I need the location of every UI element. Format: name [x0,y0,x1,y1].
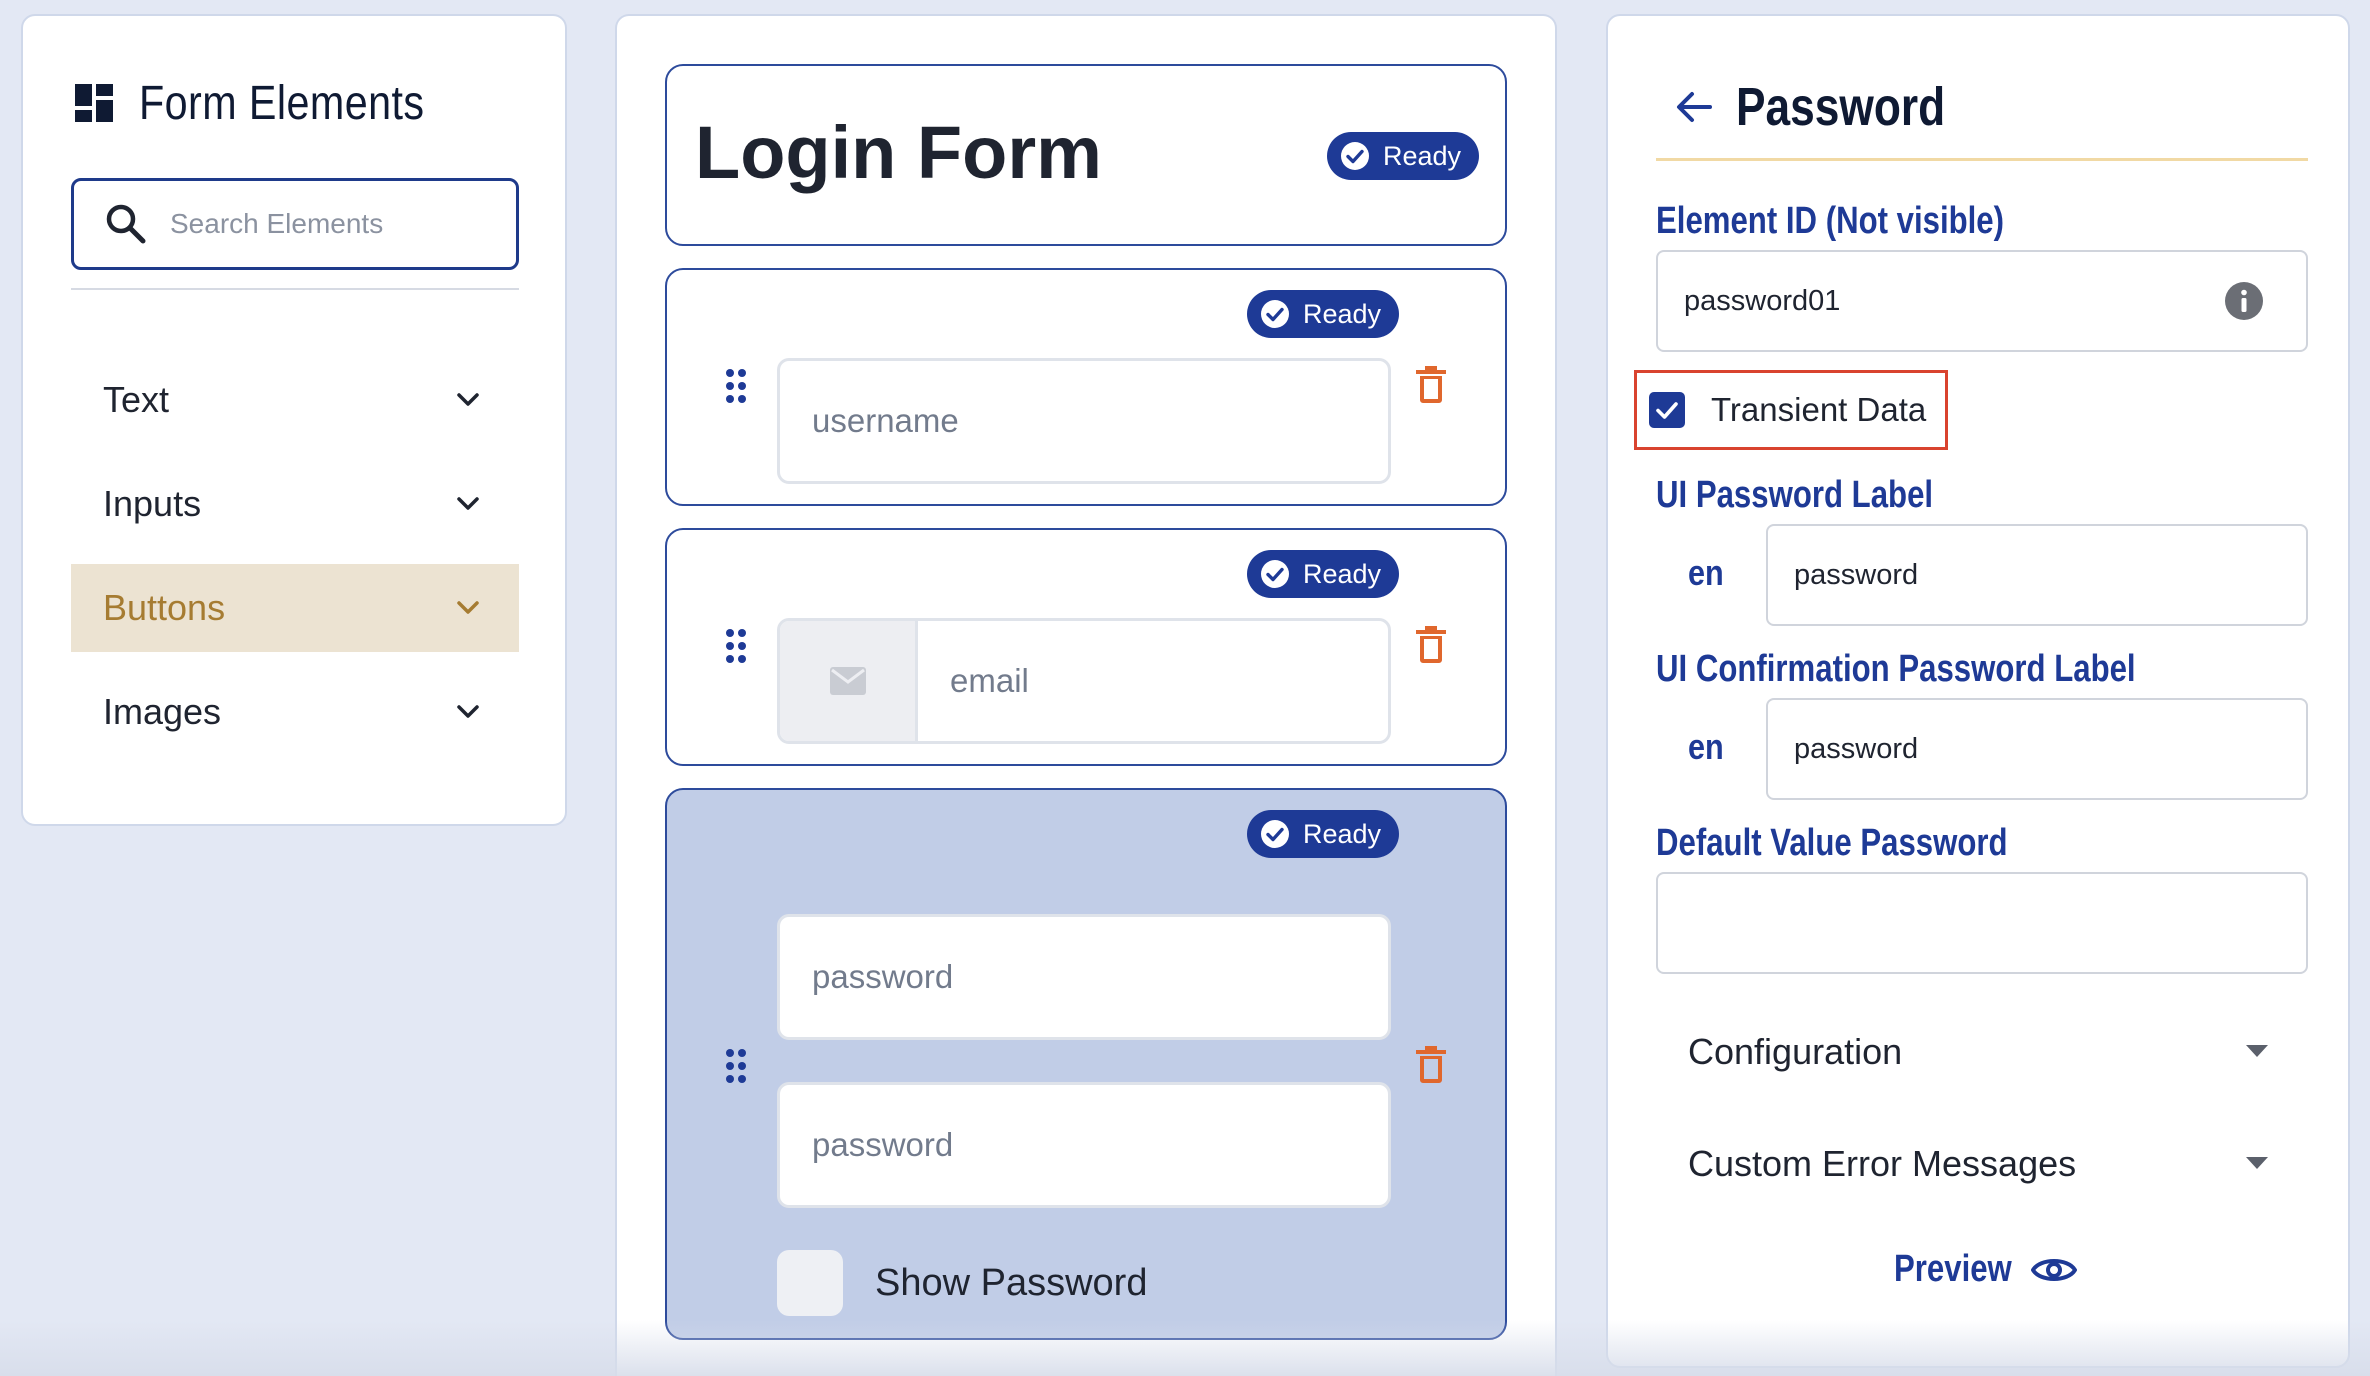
ui-password-label-value: password [1794,558,1919,591]
confirm-password-field[interactable]: password [777,1082,1391,1208]
drag-handle-icon[interactable] [725,368,747,404]
password-field[interactable]: password [777,914,1391,1040]
category-buttons[interactable]: Buttons [71,564,519,652]
status-badge-label: Ready [1303,298,1382,329]
default-value-field[interactable] [1656,872,2308,974]
trash-icon[interactable] [1415,366,1447,404]
password-element-card[interactable]: Ready password password Show Password [665,788,1507,1340]
info-icon[interactable] [2224,281,2264,321]
category-label: Buttons [103,587,226,628]
show-password-option[interactable]: Show Password [777,1250,1147,1316]
default-value-heading: Default Value Password [1656,822,2008,864]
preview-label: Preview [1894,1248,2012,1290]
form-canvas: Login Form Ready Ready username Ready em… [615,14,1557,1376]
transient-data-highlight[interactable]: Transient Data [1634,370,1948,450]
ui-confirmation-label-value: password [1794,732,1919,765]
chevron-down-icon [457,705,479,718]
show-password-checkbox[interactable] [777,1250,843,1316]
form-elements-title: Form Elements [139,77,425,130]
category-text[interactable]: Text [71,356,519,444]
properties-title: Password [1736,77,1946,137]
ui-password-label-heading: UI Password Label [1656,474,1934,516]
trash-icon[interactable] [1415,626,1447,664]
form-elements-panel: Form Elements Text Inputs Buttons Images [21,14,567,826]
properties-panel: Password Element ID (Not visible) passwo… [1606,14,2350,1368]
transient-data-label: Transient Data [1711,391,1927,428]
search-input[interactable] [170,208,490,240]
password-placeholder: password [812,958,954,995]
language-code: en [1688,552,1724,593]
search-divider [71,288,519,290]
check-circle-icon [1261,820,1289,848]
chevron-down-icon [457,601,479,614]
back-arrow-icon[interactable] [1674,87,1714,127]
drag-handle-icon[interactable] [725,1048,747,1084]
status-badge: Ready [1247,810,1400,858]
properties-header: Password [1674,76,1991,138]
form-element-card[interactable]: Ready email [665,528,1507,766]
ui-password-label-field[interactable]: password [1766,524,2308,626]
configuration-label: Configuration [1688,1031,1903,1072]
transient-data-checkbox[interactable] [1649,392,1685,428]
element-id-value: password01 [1684,284,1841,317]
checkmark-icon [1656,402,1678,419]
status-badge-label: Ready [1303,558,1382,589]
check-circle-icon [1261,300,1289,328]
form-title: Login Form [695,111,1102,194]
preview-button[interactable]: Preview [1894,1248,2078,1291]
check-circle-icon [1341,142,1369,170]
eye-icon [2031,1258,2077,1281]
form-element-card[interactable]: Ready username [665,268,1507,506]
drag-handle-icon[interactable] [725,628,747,664]
status-badge-label: Ready [1383,140,1462,171]
status-badge: Ready [1327,132,1480,180]
caret-down-icon [2246,1045,2268,1057]
trash-icon[interactable] [1415,1046,1447,1084]
configuration-section[interactable]: Configuration [1688,1022,2268,1082]
status-badge: Ready [1247,550,1400,598]
username-placeholder: username [812,402,959,439]
language-code: en [1688,726,1724,767]
grid-icon [75,83,113,122]
category-label: Text [103,379,170,420]
element-id-field[interactable]: password01 [1656,250,2308,352]
status-badge-label: Ready [1303,818,1382,849]
email-placeholder: email [950,662,1029,699]
category-images[interactable]: Images [71,668,519,756]
caret-down-icon [2246,1157,2268,1169]
custom-error-messages-label: Custom Error Messages [1688,1143,2077,1184]
chevron-down-icon [457,497,479,510]
form-title-card[interactable]: Login Form Ready [665,64,1507,246]
header-divider [1656,158,2308,161]
element-id-label: Element ID (Not visible) [1656,200,2005,242]
status-badge: Ready [1247,290,1400,338]
category-inputs[interactable]: Inputs [71,460,519,548]
ui-confirmation-label-heading: UI Confirmation Password Label [1656,648,2136,690]
category-label: Images [103,691,222,732]
form-elements-header: Form Elements [75,76,471,131]
chevron-down-icon [457,393,479,406]
confirm-password-placeholder: password [812,1126,954,1163]
search-box[interactable] [71,178,519,270]
email-field[interactable]: email [777,618,1391,744]
search-icon [106,204,146,244]
show-password-label: Show Password [875,1261,1148,1304]
mail-icon [829,667,866,695]
check-circle-icon [1261,560,1289,588]
category-label: Inputs [103,483,202,524]
username-field[interactable]: username [777,358,1391,484]
ui-confirmation-label-field[interactable]: password [1766,698,2308,800]
email-prefix [780,621,918,741]
custom-error-messages-section[interactable]: Custom Error Messages [1688,1134,2268,1194]
